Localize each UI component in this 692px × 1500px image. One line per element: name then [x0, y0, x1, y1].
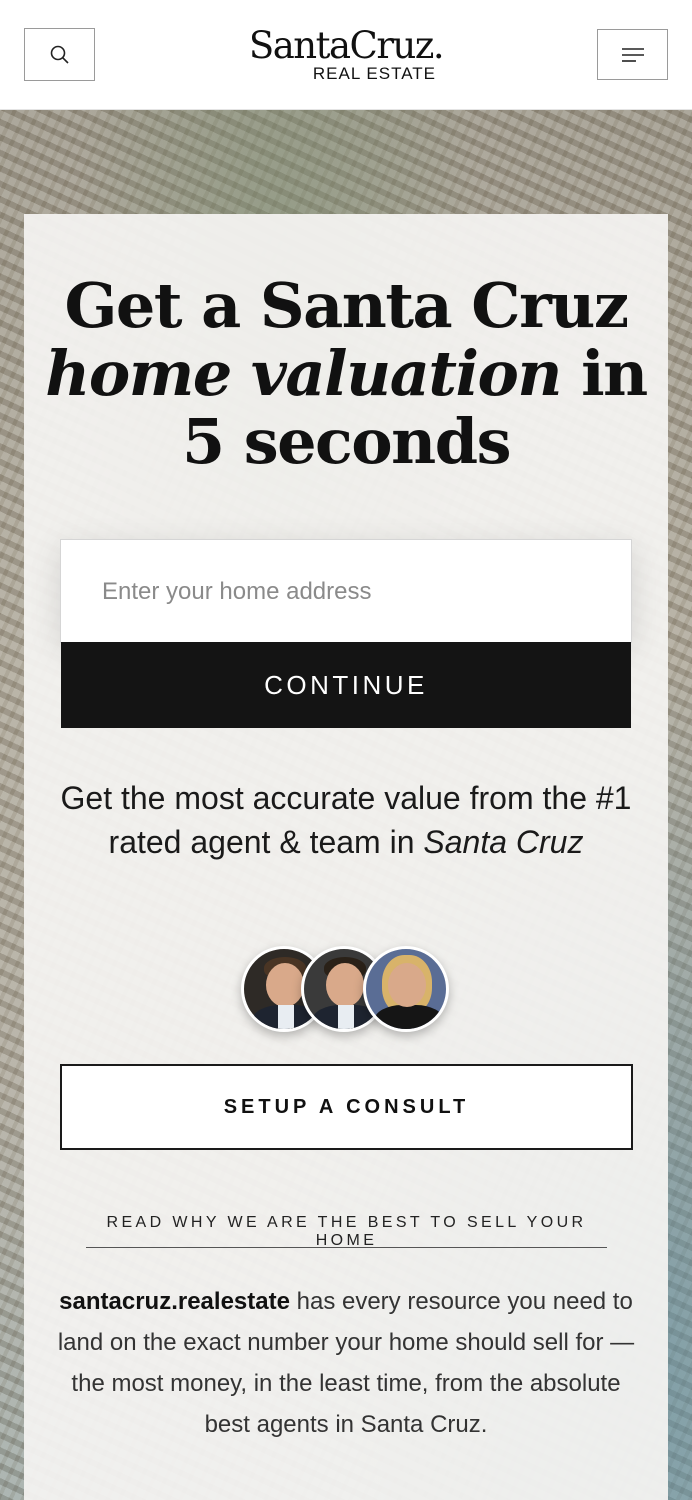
hamburger-menu-icon — [621, 47, 644, 62]
address-input[interactable] — [102, 574, 602, 610]
agent-subtitle: Get the most accurate value from the #1 … — [50, 776, 642, 864]
headline-italic: home valuation — [45, 337, 562, 410]
subtitle-italic: Santa Cruz — [423, 824, 584, 860]
agent-avatars — [241, 946, 453, 1036]
site-header: SantaCruz. REAL ESTATE — [0, 0, 692, 110]
search-button[interactable] — [24, 28, 95, 81]
search-icon — [50, 45, 69, 64]
setup-consult-button[interactable]: SETUP A CONSULT — [60, 1064, 633, 1150]
headline-line-3: 5 seconds — [181, 405, 512, 478]
logo-wordmark: SantaCruz. — [248, 24, 445, 67]
avatar — [363, 946, 449, 1032]
menu-button[interactable] — [597, 29, 668, 80]
headline-line-1: Get a Santa Cruz — [64, 269, 629, 342]
continue-button[interactable]: CONTINUE — [61, 642, 631, 728]
site-logo[interactable]: SantaCruz. REAL ESTATE — [246, 26, 446, 86]
brand-name: santacruz.realestate — [59, 1288, 290, 1315]
hero-headline: Get a Santa Cruz home valuation in 5 sec… — [40, 272, 652, 476]
resource-description: santacruz.realestate has every resource … — [52, 1281, 640, 1445]
read-why-link[interactable]: READ WHY WE ARE THE BEST TO SELL YOUR HO… — [86, 1214, 607, 1249]
logo-subtitle: REAL ESTATE — [312, 64, 436, 83]
headline-line-2-rest: in — [560, 337, 648, 410]
